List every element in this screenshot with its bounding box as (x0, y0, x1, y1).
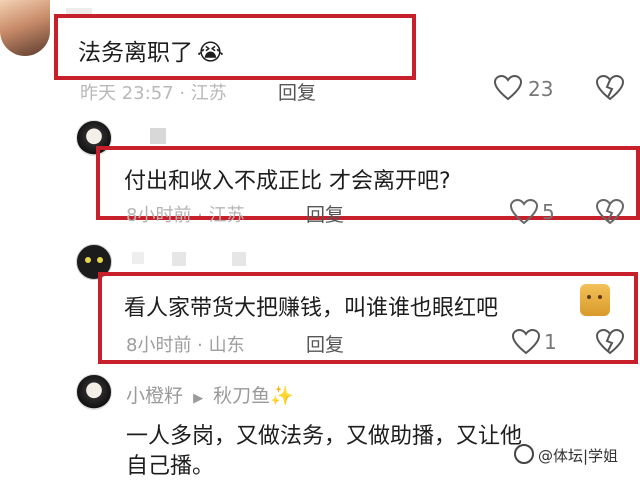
reply-arrow-icon: ▶ (193, 391, 204, 406)
dislike-heart-icon[interactable] (596, 199, 624, 225)
avatar[interactable] (76, 374, 112, 410)
comment-text-body: 法务离职了 (78, 40, 193, 66)
username-placeholder (172, 252, 186, 266)
comment-meta: 8小时前 · 山东 (126, 335, 245, 356)
cat-eyes-icon (85, 257, 91, 263)
comment-text: 法务离职了 😭 (78, 33, 224, 67)
comment-meta: 昨天 23:57 · 江苏 (80, 83, 227, 104)
comment-text: 看人家带货大把赚钱，叫谁谁也眼红吧 (124, 296, 499, 321)
reply-to-author[interactable]: 秋刀鱼 (213, 385, 270, 407)
like-heart-icon[interactable] (494, 75, 522, 101)
reply-button[interactable]: 回复 (306, 330, 344, 357)
username-placeholder (150, 128, 166, 144)
reply-button[interactable]: 回复 (306, 200, 344, 227)
watermark-logo-icon (514, 444, 534, 464)
watermark: @体坛|学姐 (538, 447, 619, 465)
like-heart-icon[interactable] (512, 329, 540, 355)
like-count: 23 (528, 77, 554, 101)
comment-text: 付出和收入不成正比 才会离开吧? (124, 169, 451, 194)
dislike-heart-icon[interactable] (596, 75, 624, 101)
comment-meta: 8小时前 · 江苏 (126, 205, 245, 226)
crying-face-icon: 😭 (197, 40, 224, 66)
cat-emoji-icon (580, 284, 610, 316)
comment-author[interactable]: 小橙籽 (126, 385, 183, 407)
sparkles-icon: ✨ (270, 385, 294, 407)
username-placeholder (132, 252, 144, 264)
like-count: 5 (542, 200, 555, 224)
avatar[interactable] (0, 0, 50, 56)
like-count: 1 (544, 330, 557, 354)
like-heart-icon[interactable] (510, 199, 538, 225)
dislike-heart-icon[interactable] (596, 329, 624, 355)
username-placeholder (232, 252, 246, 266)
reply-header: 小橙籽 ▶ 秋刀鱼✨ (126, 381, 294, 408)
comment-text-line2: 自己播。 (126, 454, 215, 479)
reply-button[interactable]: 回复 (278, 78, 316, 105)
comment-text-line1: 一人多岗，又做法务，又做助播，又让他 (126, 424, 523, 449)
